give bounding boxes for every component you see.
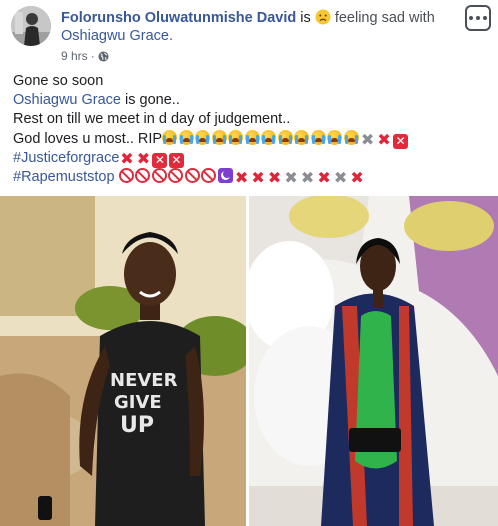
menu-dot-icon (469, 16, 473, 20)
crying-face-icon (211, 129, 227, 145)
author-avatar[interactable] (11, 6, 51, 46)
post-timestamp[interactable]: 9 hrs (61, 49, 88, 63)
menu-dot-icon (483, 16, 487, 20)
red-x-icon: ✖ (136, 148, 151, 168)
no-entry-sign-icon (151, 167, 167, 183)
svg-text:UP: UP (120, 413, 154, 438)
grey-x-icon: ✖ (284, 167, 298, 187)
post-header: Folorunsho Oluwatunmishe David is feelin… (0, 0, 498, 64)
red-x-icon: ✖ (120, 148, 134, 168)
svg-text:NEVER: NEVER (110, 370, 178, 391)
grey-x-icon: ✖ (360, 129, 375, 149)
crying-face-icon (277, 129, 293, 145)
meta-separator: · (90, 49, 95, 63)
boxed-x-icon: ✕ (393, 133, 409, 149)
grey-x-icon: ✖ (300, 167, 315, 187)
grey-x-icon: ✖ (333, 167, 348, 187)
body-line-4: God loves u most.. RIP ✖ ✖ ✕ (13, 129, 493, 149)
no-entry-sign-icon (135, 167, 151, 183)
red-x-icon: ✖ (267, 167, 282, 187)
photo-grid: NEVER GIVE UP (0, 196, 498, 526)
post-body: Gone so soon Oshiagwu Grace is gone.. Re… (13, 72, 493, 187)
body-line-2: Oshiagwu Grace is gone.. (13, 91, 493, 110)
no-entry-sign-icon (118, 167, 134, 183)
more-options-button[interactable] (465, 5, 491, 31)
post-header-line: Folorunsho Oluwatunmishe David is feelin… (61, 9, 435, 27)
no-entry-sign-icon (201, 167, 217, 183)
red-x-icon: ✖ (377, 129, 391, 149)
tagged-person-link[interactable]: Oshiagwu Grace. (61, 27, 173, 45)
crying-face-icon (327, 129, 343, 145)
globe-icon[interactable] (98, 50, 109, 62)
crying-face-icon (178, 129, 194, 145)
crying-face-icon (310, 129, 326, 145)
photo-girl-never-give-up-shirt[interactable]: NEVER GIVE UP (0, 196, 246, 526)
body-line-1: Gone so soon (13, 73, 104, 89)
svg-text:GIVE: GIVE (114, 392, 162, 413)
red-x-icon: ✖ (350, 167, 364, 187)
no-entry-sign-icon (184, 167, 200, 183)
hashtag-justiceforgrace-link[interactable]: #Justiceforgrace (13, 150, 119, 166)
sad-face-emoji-icon (315, 9, 331, 25)
crying-face-icon (228, 129, 244, 145)
crying-face-icon (294, 129, 310, 145)
body-line-4-text: God loves u most.. RIP (13, 130, 163, 147)
crying-face-icon (162, 129, 178, 145)
photo-girl-graduation-gown[interactable] (249, 196, 498, 526)
crescent-moon-icon (217, 167, 233, 183)
crying-face-icon (244, 129, 260, 145)
crying-face-icon (343, 129, 359, 145)
crying-face-icon (261, 129, 277, 145)
body-line-5: #Justiceforgrace✖ ✖ ✕ ✕ (13, 149, 493, 168)
crying-face-icon (195, 129, 211, 145)
header-connector: is (300, 10, 311, 26)
red-x-icon: ✖ (234, 167, 249, 187)
red-x-icon: ✖ (251, 167, 265, 187)
tagged-name-link[interactable]: Oshiagwu Grace (13, 92, 121, 108)
body-line-6: #Rapemuststop ✖ ✖ ✖ ✖ ✖ ✖ ✖ ✖ (13, 167, 493, 187)
red-x-icon: ✖ (317, 167, 331, 187)
author-name-link[interactable]: Folorunsho Oluwatunmishe David (61, 10, 296, 26)
post-meta: 9 hrs · (61, 49, 109, 63)
body-line-3: Rest on till we meet in d day of judgeme… (13, 111, 291, 128)
feeling-label: feeling sad with (334, 10, 435, 26)
body-line-2-rest: is gone.. (121, 92, 180, 109)
boxed-x-icon: ✕ (152, 152, 168, 168)
hashtag-rapemuststop-link[interactable]: #Rapemuststop (13, 169, 115, 185)
boxed-x-icon: ✕ (168, 152, 184, 168)
no-entry-sign-icon (168, 167, 184, 183)
menu-dot-icon (476, 16, 480, 20)
